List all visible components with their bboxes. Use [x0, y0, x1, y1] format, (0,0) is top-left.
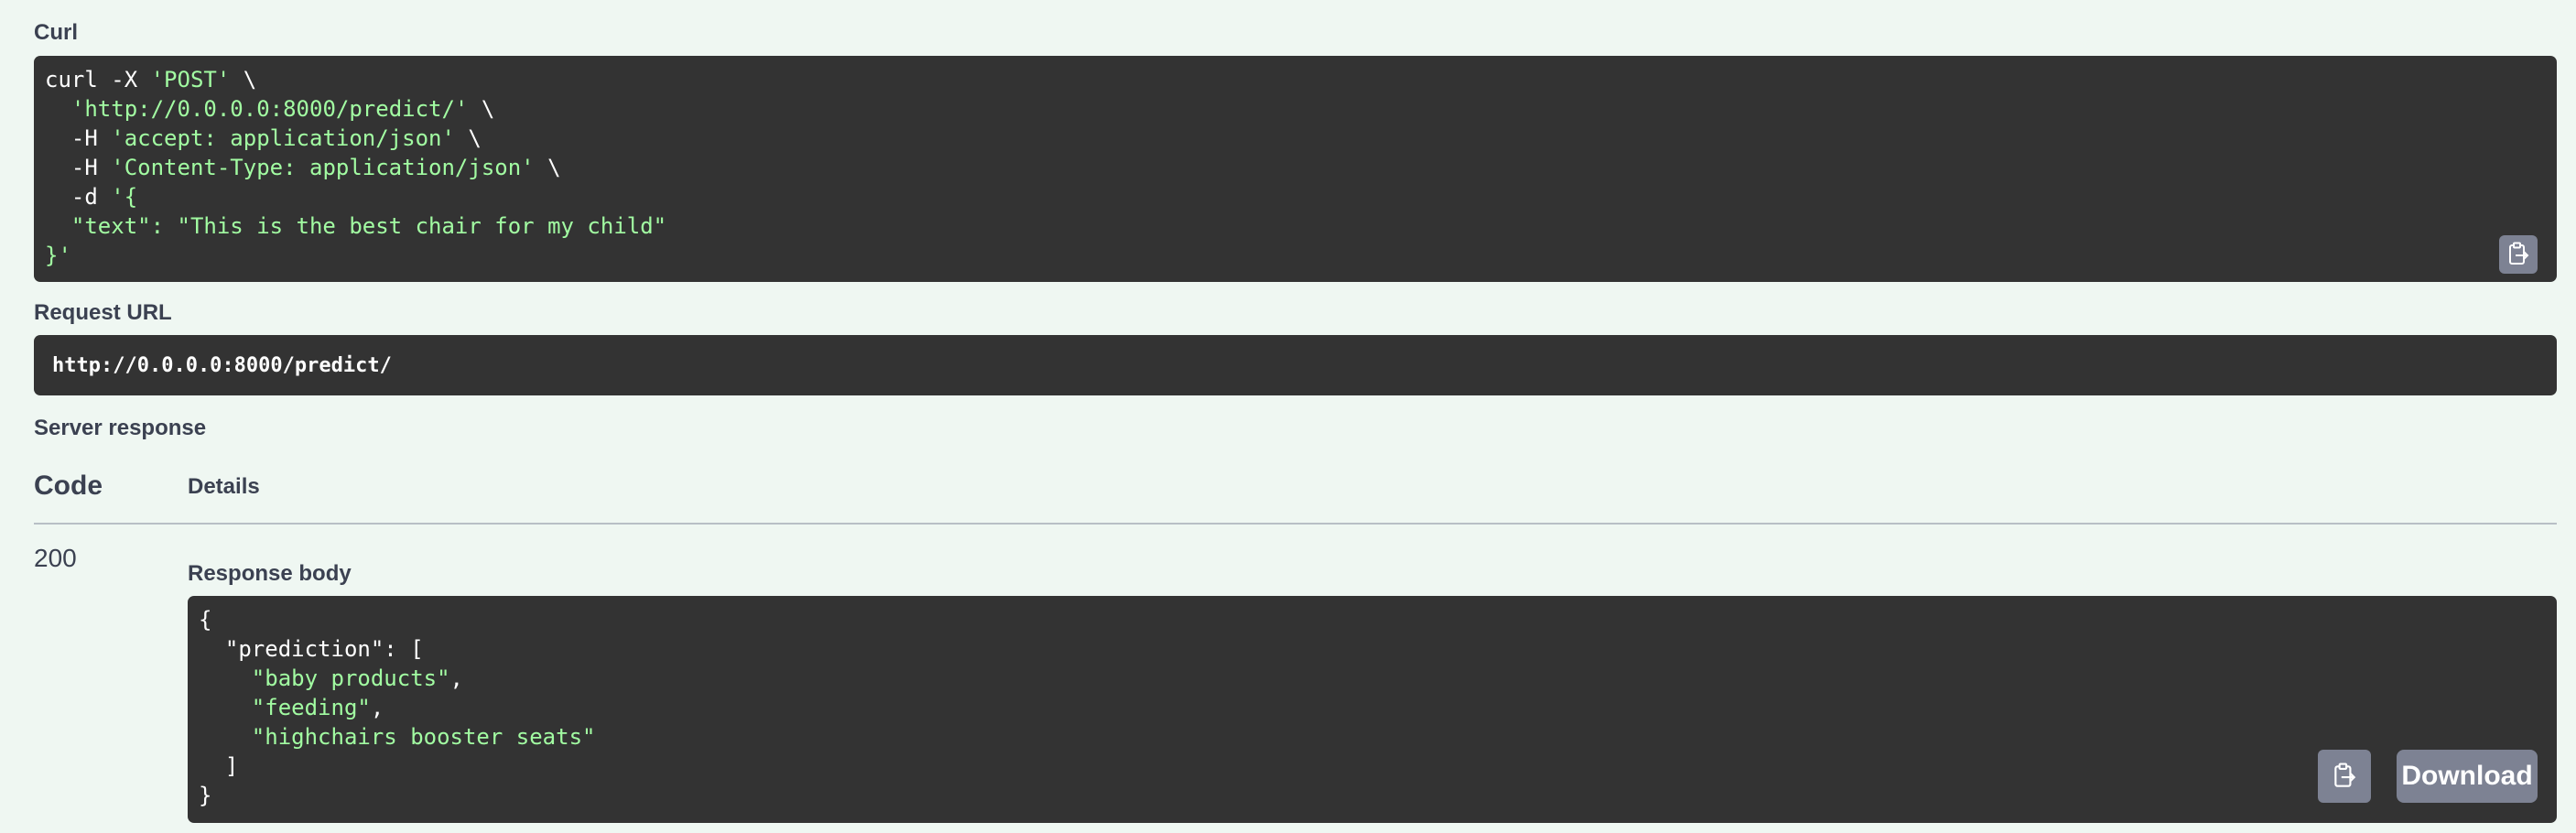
response-body-label: Response body [188, 561, 352, 586]
curl-line: -H 'accept: application/json' \ [45, 124, 2546, 153]
curl-token [45, 96, 71, 122]
curl-token: \ [468, 96, 495, 122]
response-body-line: "feeding", [199, 693, 2546, 722]
curl-command: curl -X 'POST' \ 'http://0.0.0.0:8000/pr… [45, 65, 2546, 270]
response-body-token: , [449, 665, 463, 691]
server-response-label: Server response [34, 416, 207, 440]
clipboard-icon [2509, 242, 2529, 265]
response-body-token: ] [199, 753, 239, 779]
response-body-json: { "prediction": [ "baby products", "feed… [199, 605, 2546, 810]
curl-token: }' [45, 243, 71, 268]
curl-token: 'http://0.0.0.0:8000/predict/' [70, 96, 469, 122]
request-url-value: http://0.0.0.0:8000/predict/ [52, 354, 392, 377]
curl-token: '{ [111, 184, 138, 210]
request-url-block: http://0.0.0.0:8000/predict/ [34, 335, 2557, 395]
request-url-label: Request URL [34, 300, 172, 325]
curl-token: curl -X [45, 67, 151, 92]
download-button[interactable]: Download [2397, 750, 2538, 803]
response-body-token: "highchairs booster seats" [251, 724, 596, 750]
response-body-line: { [199, 605, 2546, 634]
response-body-token [199, 665, 252, 691]
response-body-token [199, 695, 252, 720]
curl-line: }' [45, 241, 2546, 270]
curl-label: Curl [34, 20, 78, 45]
response-body-token: { [199, 607, 212, 633]
copy-curl-button[interactable] [2499, 235, 2538, 274]
response-body-line: } [199, 781, 2546, 810]
response-body-token: , [370, 695, 384, 720]
curl-token: "text": "This is the best chair for my c… [45, 213, 667, 239]
curl-token: -H [45, 125, 112, 151]
response-body-token [199, 724, 252, 750]
curl-token: -d [45, 184, 112, 210]
response-body-token: "feeding" [251, 695, 371, 720]
curl-line: -H 'Content-Type: application/json' \ [45, 153, 2546, 182]
code-column-header: Code [34, 471, 103, 501]
status-code: 200 [34, 544, 77, 572]
curl-line: "text": "This is the best chair for my c… [45, 211, 2546, 241]
copy-response-button[interactable] [2318, 750, 2371, 803]
curl-token: 'accept: application/json' [111, 125, 455, 151]
response-body-token: "baby products" [251, 665, 450, 691]
response-body-block: { "prediction": [ "baby products", "feed… [188, 596, 2557, 823]
response-body-line: "highchairs booster seats" [199, 722, 2546, 752]
response-body-line: "baby products", [199, 664, 2546, 693]
curl-line: 'http://0.0.0.0:8000/predict/' \ [45, 94, 2546, 124]
curl-token: 'POST' [150, 67, 231, 92]
response-body-token: "prediction": [ [199, 636, 424, 662]
table-divider [34, 523, 2557, 525]
response-body-line: ] [199, 752, 2546, 781]
curl-code-block: curl -X 'POST' \ 'http://0.0.0.0:8000/pr… [34, 56, 2557, 282]
curl-token: 'Content-Type: application/json' [111, 155, 535, 180]
response-body-line: "prediction": [ [199, 634, 2546, 664]
curl-token: -H [45, 155, 112, 180]
curl-token: \ [454, 125, 482, 151]
curl-token: \ [534, 155, 561, 180]
details-column-header: Details [188, 474, 260, 499]
curl-token: \ [230, 67, 257, 92]
response-body-token: } [199, 783, 212, 808]
curl-line: curl -X 'POST' \ [45, 65, 2546, 94]
clipboard-icon [2334, 763, 2356, 787]
curl-line: -d '{ [45, 182, 2546, 211]
